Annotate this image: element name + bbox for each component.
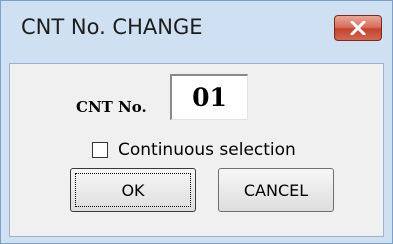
cnt-no-field[interactable]: 01 (170, 74, 248, 120)
cnt-no-label: CNT No. (76, 98, 147, 116)
continuous-selection-checkbox[interactable] (92, 142, 108, 158)
window-title: CNT No. CHANGE (21, 15, 203, 39)
close-button[interactable] (334, 15, 382, 41)
continuous-selection-option[interactable]: Continuous selection (92, 140, 296, 160)
dialog-window: CNT No. CHANGE CNT No. 01 Continuous sel… (0, 0, 393, 244)
continuous-selection-label[interactable]: Continuous selection (118, 140, 296, 160)
cancel-button[interactable]: CANCEL (218, 168, 334, 212)
ok-button[interactable]: OK (70, 168, 196, 212)
title-bar[interactable]: CNT No. CHANGE (1, 1, 392, 63)
dialog-body: CNT No. 01 Continuous selection OK CANCE… (9, 63, 384, 237)
close-x-icon (350, 21, 366, 35)
